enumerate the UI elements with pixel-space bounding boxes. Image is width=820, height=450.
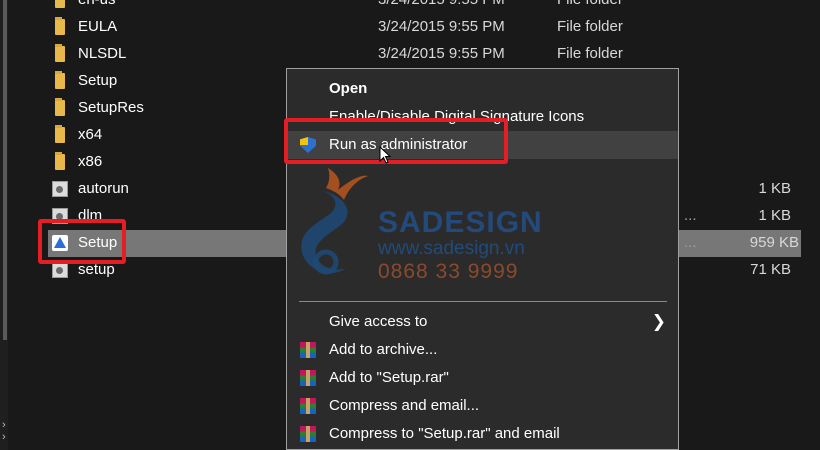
setup-file-highlight-box xyxy=(38,219,126,264)
file-name: EULA xyxy=(78,18,118,35)
menu-item-add-to-archive[interactable]: Add to archive... xyxy=(287,336,678,364)
file-row-en-us[interactable]: en-us 3/24/2015 9:55 PM File folder xyxy=(8,0,820,14)
navigation-scrollbar[interactable] xyxy=(3,0,7,340)
winrar-icon xyxy=(300,342,316,358)
menu-item-compress-to-setup-rar-and-email[interactable]: Compress to "Setup.rar" and email xyxy=(287,420,678,448)
chevron-right-icon: ❯ xyxy=(651,312,666,331)
file-size: 71 KB xyxy=(750,261,791,278)
file-date: 3/24/2015 9:55 PM xyxy=(378,18,505,35)
winrar-icon xyxy=(300,398,316,414)
file-size: 1 KB xyxy=(758,207,791,224)
folder-icon xyxy=(55,0,65,8)
file-type: File folder xyxy=(557,45,623,62)
truncation-dots: ... xyxy=(684,234,697,251)
folder-icon xyxy=(55,152,65,170)
file-name: NLSDL xyxy=(78,45,127,62)
settings-file-icon xyxy=(52,262,68,278)
folder-icon xyxy=(55,98,65,116)
menu-item-label: Compress and email... xyxy=(329,397,480,414)
menu-item-compress-and-email[interactable]: Compress and email... xyxy=(287,392,678,420)
winrar-icon xyxy=(300,370,316,386)
menu-item-label: Compress to "Setup.rar" and email xyxy=(329,425,560,442)
run-as-admin-highlight-box xyxy=(284,118,508,164)
menu-item-label: Add to archive... xyxy=(329,341,438,358)
file-name: Setup xyxy=(78,72,118,89)
file-type: File folder xyxy=(557,0,623,8)
file-name: en-us xyxy=(78,0,116,8)
file-name: x86 xyxy=(78,153,103,170)
menu-item-label: Give access to xyxy=(329,313,428,330)
menu-item-label: Add to "Setup.rar" xyxy=(329,369,449,386)
menu-item-give-access-to[interactable]: Give access to ❯ xyxy=(287,308,678,336)
file-size: 959 KB xyxy=(749,234,799,251)
file-name: autorun xyxy=(78,180,129,197)
folder-icon xyxy=(55,17,65,35)
menu-item-open[interactable]: Open xyxy=(287,75,678,103)
folder-icon xyxy=(55,125,65,143)
file-name: x64 xyxy=(78,126,103,143)
file-size: 1 KB xyxy=(758,180,791,197)
file-row-eula[interactable]: EULA 3/24/2015 9:55 PM File folder xyxy=(8,14,820,41)
file-type: File folder xyxy=(557,18,623,35)
file-date: 3/24/2015 9:55 PM xyxy=(378,45,505,62)
nav-expand-marker[interactable]: › xyxy=(2,420,6,431)
file-name: SetupRes xyxy=(78,99,144,116)
menu-item-label: Open xyxy=(329,80,368,97)
settings-file-icon xyxy=(52,181,68,197)
winrar-icon xyxy=(300,426,316,442)
nav-expand-marker[interactable]: › xyxy=(2,432,6,443)
file-date: 3/24/2015 9:55 PM xyxy=(378,0,505,8)
mouse-cursor-icon xyxy=(379,146,391,164)
menu-separator xyxy=(299,301,667,302)
menu-item-add-to-setup-rar[interactable]: Add to "Setup.rar" xyxy=(287,364,678,392)
truncation-dots: ... xyxy=(684,207,697,224)
folder-icon xyxy=(55,71,65,89)
file-row-nlsdl[interactable]: NLSDL 3/24/2015 9:55 PM File folder xyxy=(8,41,820,68)
folder-icon xyxy=(55,44,65,62)
